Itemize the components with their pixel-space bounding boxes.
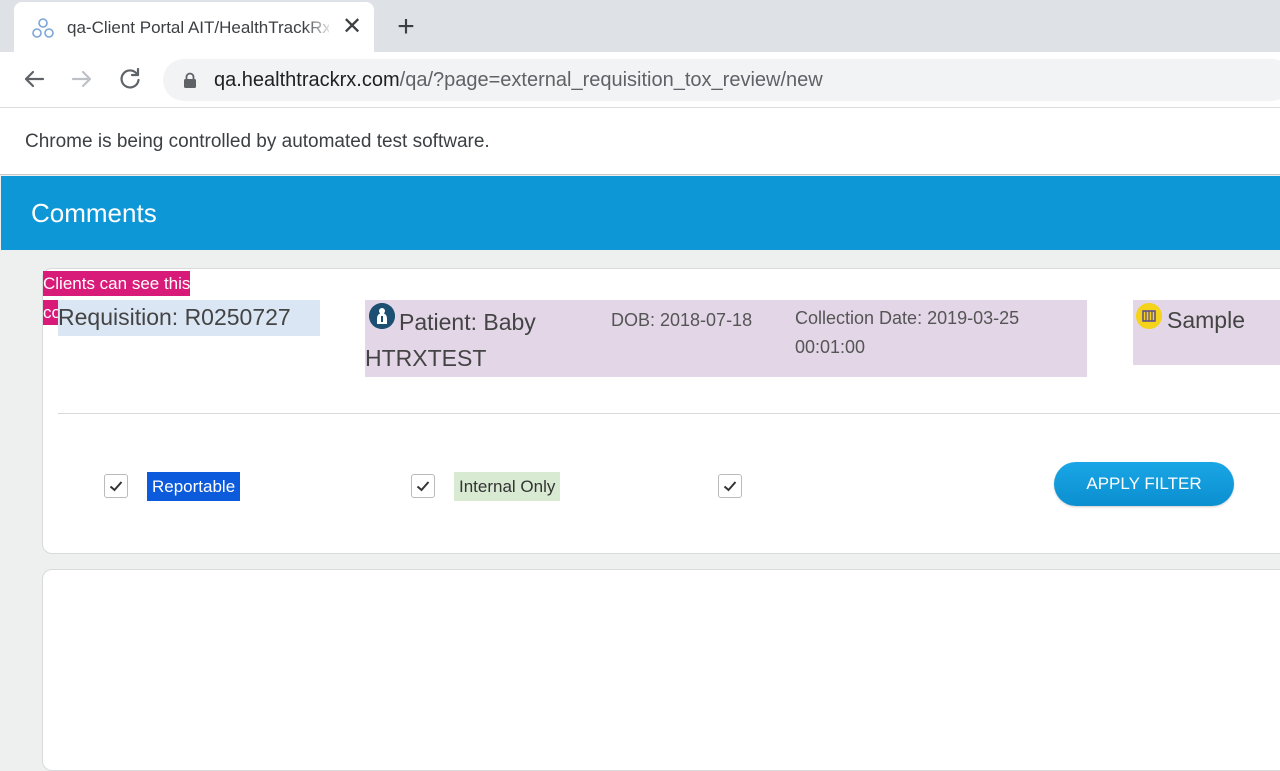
close-tab-icon[interactable]: ✕ — [340, 15, 364, 39]
comments-header: Comments — [1, 176, 1280, 250]
site-favicon-icon — [32, 18, 54, 38]
reportable-checkbox[interactable] — [104, 474, 128, 498]
clients-visible-checkbox[interactable] — [718, 474, 742, 498]
collection-date: Collection Date: 2019-03-25 00:01:00 — [795, 308, 1020, 357]
lock-icon[interactable] — [183, 72, 197, 88]
requisition-badge: Requisition: R0250727 — [58, 300, 320, 336]
tab-title: qa-Client Portal AIT/HealthTrackRx — [67, 18, 329, 37]
url-host: qa.healthtrackrx.com — [214, 69, 400, 91]
reportable-label[interactable]: Reportable — [147, 472, 241, 501]
infobar-text: Chrome is being controlled by automated … — [25, 131, 490, 152]
page-title: Comments — [31, 198, 157, 228]
patient-name: Patient: Baby HTRXTEST — [365, 309, 536, 371]
url-text[interactable]: qa.healthtrackrx.com/qa/?page=external_r… — [214, 69, 823, 92]
requisition-label: Requisition: R0250727 — [58, 304, 291, 330]
tab-title-fade — [304, 12, 334, 44]
divider — [58, 413, 1280, 414]
browser-toolbar: qa.healthtrackrx.com/qa/?page=external_r… — [0, 52, 1280, 108]
patient-dob: DOB: 2018-07-18 — [611, 310, 753, 330]
checkmark-icon — [416, 481, 430, 492]
internal-only-label[interactable]: Internal Only — [454, 472, 561, 501]
browser-tab-strip: qa-Client Portal AIT/HealthTrackRx ✕ + — [0, 0, 1280, 52]
automation-infobar: Chrome is being controlled by automated … — [0, 108, 1280, 175]
back-arrow-icon[interactable] — [19, 64, 49, 94]
sample-icon — [1136, 303, 1162, 329]
patient-info: Patient: Baby HTRXTEST DOB: 2018-07-18 C… — [365, 300, 1087, 377]
new-tab-icon[interactable]: + — [392, 12, 420, 42]
forward-arrow-icon[interactable] — [67, 64, 97, 94]
address-bar[interactable]: qa.healthtrackrx.com/qa/?page=external_r… — [163, 59, 1280, 101]
checkmark-icon — [723, 481, 737, 492]
internal-only-checkbox[interactable] — [411, 474, 435, 498]
checkmark-icon — [109, 481, 123, 492]
requisition-card: Requisition: R0250727 Patient: Baby HTRX… — [42, 268, 1280, 554]
reload-icon[interactable] — [115, 64, 145, 94]
browser-tab[interactable]: qa-Client Portal AIT/HealthTrackRx ✕ — [14, 2, 374, 52]
sample-info: Sample — [1133, 300, 1280, 365]
sample-label: Sample — [1167, 307, 1245, 333]
apply-filter-button[interactable]: APPLY FILTER — [1054, 462, 1234, 506]
url-path: /qa/?page=external_requisition_tox_revie… — [399, 69, 823, 91]
comments-list-card — [42, 569, 1280, 771]
